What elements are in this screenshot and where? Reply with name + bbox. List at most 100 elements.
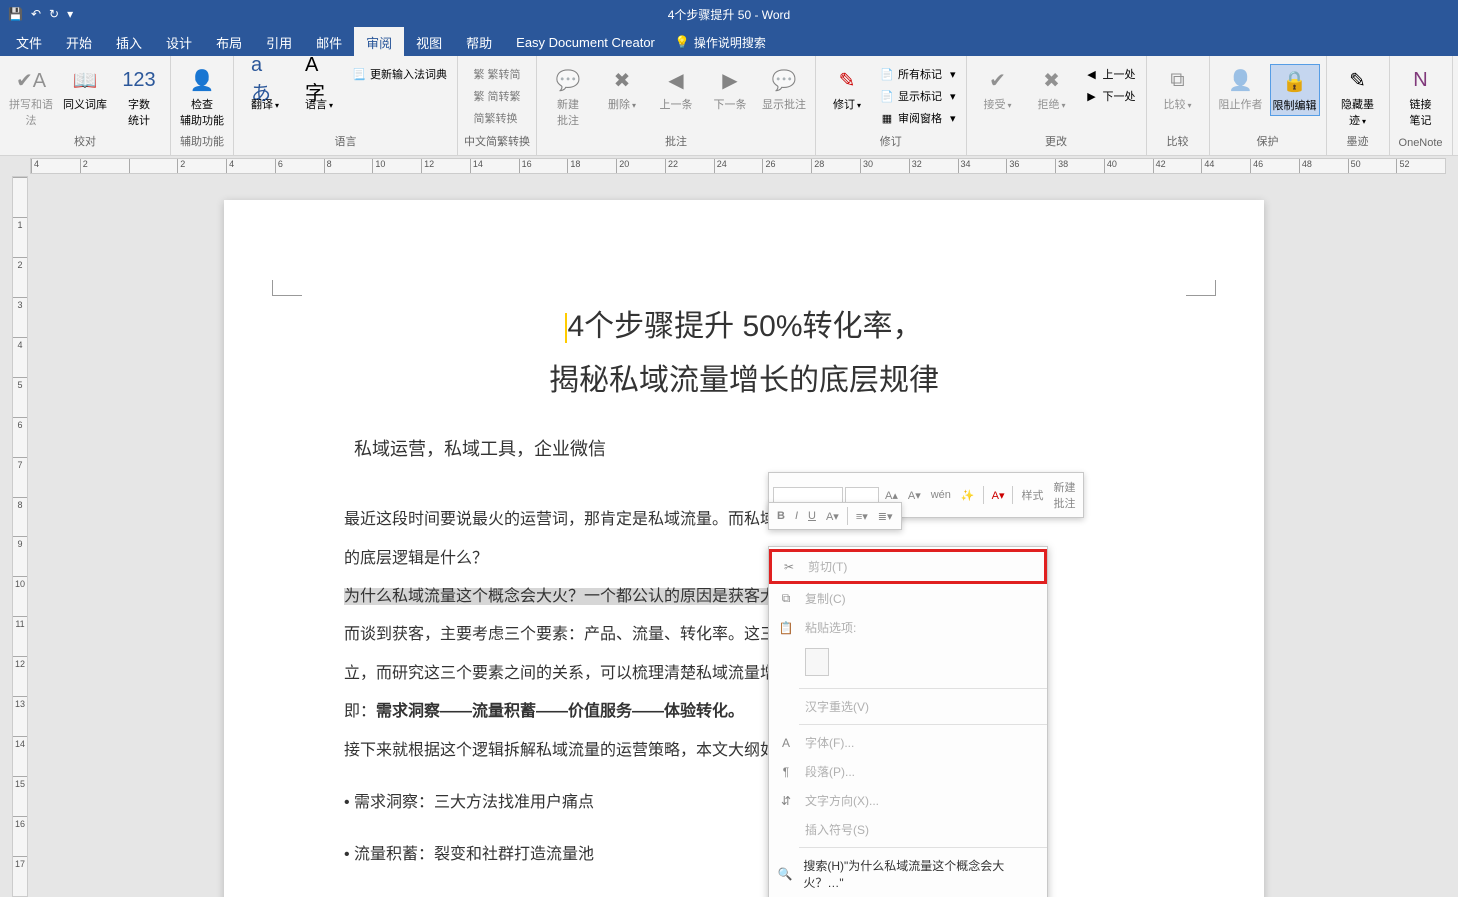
menu-paste-options: 📋粘贴选项: <box>769 613 1047 642</box>
c2-label: 繁 简转繁 <box>473 88 520 104</box>
tell-me-label: 操作说明搜索 <box>694 34 766 51</box>
tab-layout[interactable]: 布局 <box>204 27 254 58</box>
bold-icon[interactable]: B <box>773 508 789 524</box>
language-label: 语言 <box>305 96 333 112</box>
restrict-label: 限制编辑 <box>1273 97 1317 113</box>
next-comment-button[interactable]: ▶下一条 <box>705 64 755 114</box>
track-changes-button[interactable]: ✎修订 <box>822 64 872 114</box>
selected-text: 为什么私域流量这个概念会大火？一个都公认的原因是获客大难。 <box>344 588 808 605</box>
group-comments-label: 批注 <box>665 133 687 151</box>
tab-design[interactable]: 设计 <box>154 27 204 58</box>
font-a-icon: A <box>777 736 795 750</box>
font-family-input[interactable] <box>773 487 843 503</box>
ruler-vertical[interactable]: 12 345 678 91011 121314 151617 <box>12 176 28 897</box>
simp-to-trad-button[interactable]: 繁 简转繁 <box>469 86 524 106</box>
group-proofing-label: 校对 <box>74 133 96 151</box>
trad-to-simp-button[interactable]: 繁 繁转简 <box>469 64 524 84</box>
menu-text-direction[interactable]: ⇵文字方向(X)... <box>769 786 1047 815</box>
update-ime-button[interactable]: 📃更新输入法词典 <box>348 64 451 84</box>
word-count-button[interactable]: 123字数 统计 <box>114 64 164 130</box>
tab-view[interactable]: 视图 <box>404 27 454 58</box>
font-label: 字体(F)... <box>805 734 854 751</box>
group-language: aあ翻译 A字语言 📃更新输入法词典 语言 <box>234 56 458 155</box>
redo-icon[interactable]: ↻ <box>49 7 59 21</box>
group-compare-label: 比较 <box>1167 133 1189 151</box>
check-accessibility-button[interactable]: 👤检查 辅助功能 <box>177 64 227 130</box>
thesaurus-button[interactable]: 📖同义词库 <box>60 64 110 114</box>
undo-icon[interactable]: ↶ <box>31 7 41 21</box>
underline-icon[interactable]: U <box>804 508 820 524</box>
compare-button[interactable]: ⧉比较 <box>1153 64 1203 114</box>
markup-dd-label: 所有标记 <box>898 66 942 82</box>
tell-me-search[interactable]: 💡 操作说明搜索 <box>675 34 766 51</box>
tab-file[interactable]: 文件 <box>4 27 54 58</box>
document-area[interactable]: 4个步骤提升 50%转化率，揭秘私域流量增长的底层规律 私域运营，私域工具，企业… <box>30 176 1458 897</box>
font-color-icon[interactable]: A▾ <box>988 487 1009 504</box>
paste-keep-formatting-icon[interactable] <box>805 648 829 676</box>
group-proofing: ✔A拼写和语法 📖同义词库 123字数 统计 校对 <box>0 56 171 155</box>
show-comments-button[interactable]: 💬显示批注 <box>759 64 809 114</box>
save-icon[interactable]: 💾 <box>8 7 23 21</box>
font-size-input[interactable] <box>845 487 879 503</box>
tab-insert[interactable]: 插入 <box>104 27 154 58</box>
menu-cut[interactable]: ✂剪切(T) <box>769 549 1047 584</box>
group-compare: ⧉比较 比较 <box>1147 56 1210 155</box>
grow-font-icon[interactable]: A▴ <box>881 487 902 504</box>
accessibility-label: 检查 辅助功能 <box>180 96 224 128</box>
mini-new-comment-button[interactable]: 新建 批注 <box>1049 477 1079 513</box>
page[interactable]: 4个步骤提升 50%转化率，揭秘私域流量增长的底层规律 私域运营，私域工具，企业… <box>224 200 1264 897</box>
margin-corner-tr <box>1186 280 1216 296</box>
menu-hanzi[interactable]: 汉字重选(V) <box>769 692 1047 721</box>
cut-label: 剪切(T) <box>808 558 847 575</box>
menu-search[interactable]: 🔍搜索(H)"为什么私域流量这个概念会大火？…" <box>769 851 1047 897</box>
accept-button[interactable]: ✔接受 <box>973 64 1023 114</box>
c3-label: 简繁转换 <box>473 110 517 126</box>
qat-customize-icon[interactable]: ▾ <box>67 7 73 21</box>
tab-mailings[interactable]: 邮件 <box>304 27 354 58</box>
ime-icon: 📃 <box>352 67 366 81</box>
tab-edc[interactable]: Easy Document Creator <box>504 29 667 56</box>
cjk-convert-button[interactable]: 简繁转换 <box>469 108 524 128</box>
linked-notes-button[interactable]: N链接 笔记 <box>1396 64 1446 130</box>
translate-button[interactable]: aあ翻译 <box>240 64 290 114</box>
next-change-button[interactable]: ▶下一处 <box>1081 86 1140 106</box>
numbering-icon[interactable]: ≣▾ <box>874 508 897 525</box>
menu-copy[interactable]: ⧉复制(C) <box>769 584 1047 613</box>
block-label: 阻止作者 <box>1219 96 1263 112</box>
prev-change-button[interactable]: ◀上一处 <box>1081 64 1140 84</box>
display-for-review-dropdown[interactable]: 📄所有标记▾ <box>876 64 960 84</box>
spelling-button[interactable]: ✔A拼写和语法 <box>6 64 56 130</box>
menu-insert-symbol[interactable]: 插入符号(S) <box>769 815 1047 844</box>
delete-comment-button[interactable]: ✖删除 <box>597 64 647 114</box>
bullets-icon[interactable]: ≡▾ <box>852 508 872 525</box>
show-markup-button[interactable]: 📄显示标记▾ <box>876 86 960 106</box>
restrict-editing-button[interactable]: 🔒限制编辑 <box>1270 64 1320 116</box>
prev-comment-button[interactable]: ◀上一条 <box>651 64 701 114</box>
highlight-icon[interactable]: A▾ <box>822 508 843 525</box>
new-comment-button[interactable]: 💬新建 批注 <box>543 64 593 130</box>
tab-home[interactable]: 开始 <box>54 27 104 58</box>
menu-font[interactable]: A 字体(F)... <box>769 728 1047 757</box>
reviewing-pane-button[interactable]: ▦审阅窗格▾ <box>876 108 960 128</box>
language-button[interactable]: A字语言 <box>294 64 344 114</box>
shrink-font-icon[interactable]: A▾ <box>904 487 925 504</box>
quick-access-toolbar: 💾 ↶ ↻ ▾ <box>8 7 73 21</box>
hide-ink-button[interactable]: ✎隐藏墨 迹 <box>1333 64 1383 130</box>
styles-button[interactable]: 样式 <box>1017 485 1047 505</box>
tab-references[interactable]: 引用 <box>254 27 304 58</box>
spelling-label: 拼写和语法 <box>8 96 54 128</box>
tab-review[interactable]: 审阅 <box>354 27 404 58</box>
context-menu[interactable]: ✂剪切(T) ⧉复制(C) 📋粘贴选项: 汉字重选(V) A 字体(F)... ¶… <box>768 546 1048 897</box>
format-painter-icon[interactable]: ✨ <box>957 487 979 504</box>
ruler-horizontal[interactable]: 42 246 81012 141618 202224 262830 323436… <box>30 158 1446 174</box>
phonetic-icon[interactable]: wén <box>927 487 955 503</box>
mini-toolbar-row2[interactable]: B I U A▾ ≡▾ ≣▾ <box>768 502 902 530</box>
doc-subtitle[interactable]: 私域运营，私域工具，企业微信 <box>354 428 1144 471</box>
block-authors-button[interactable]: 👤阻止作者 <box>1216 64 1266 114</box>
tab-help[interactable]: 帮助 <box>454 27 504 58</box>
doc-heading[interactable]: 4个步骤提升 50%转化率，揭秘私域流量增长的底层规律 <box>344 300 1144 408</box>
italic-icon[interactable]: I <box>791 508 802 524</box>
menu-paragraph[interactable]: ¶段落(P)... <box>769 757 1047 786</box>
reject-button[interactable]: ✖拒绝 <box>1027 64 1077 114</box>
symbol-label: 插入符号(S) <box>805 821 869 838</box>
